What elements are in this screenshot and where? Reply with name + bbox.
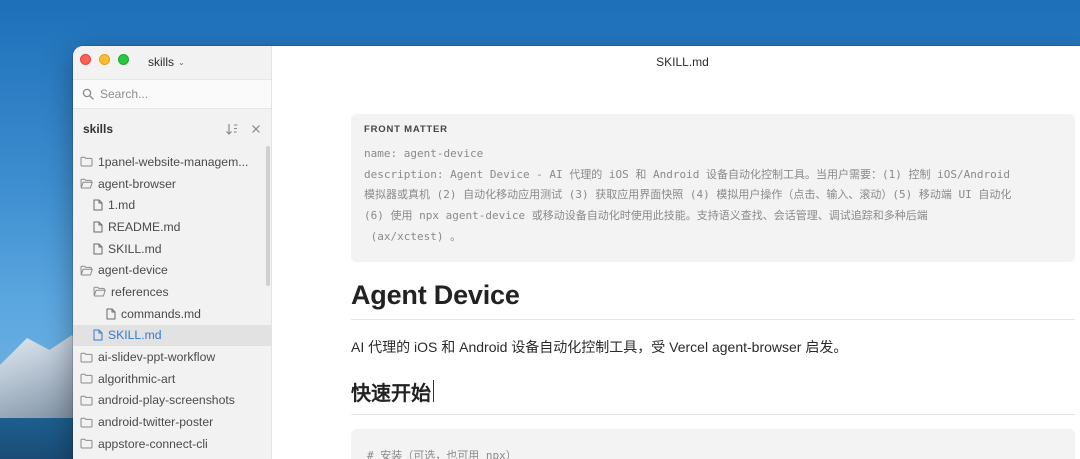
sidebar-item-label: appstore-connect-cli xyxy=(98,436,208,451)
app-window: skills ⌄ skills xyxy=(73,46,1080,459)
front-matter-line: name: agent-device xyxy=(364,147,484,160)
search-icon xyxy=(82,88,94,100)
heading-2-text: 快速开始 xyxy=(351,382,431,405)
sidebar-folder-item[interactable]: agent-device xyxy=(73,259,271,281)
sidebar-search xyxy=(73,79,271,109)
file-tree: 1panel-website-managem... agent-browser 1.… xyxy=(73,151,271,455)
folder-icon xyxy=(80,417,93,428)
sidebar-file-item[interactable]: 1.md xyxy=(73,194,271,216)
folder-switcher[interactable]: skills ⌄ xyxy=(148,55,185,69)
sidebar-folder-item[interactable]: appstore-connect-cli xyxy=(73,433,271,455)
search-input[interactable] xyxy=(100,87,260,101)
front-matter-block[interactable]: FRONT MATTER name: agent-device descript… xyxy=(351,114,1075,262)
folder-open-icon xyxy=(80,178,93,189)
folder-icon xyxy=(80,373,93,384)
file-icon xyxy=(93,329,103,341)
folder-icon xyxy=(80,395,93,406)
document-paragraph[interactable]: AI 代理的 iOS 和 Android 设备自动化控制工具，受 Vercel … xyxy=(351,337,1075,357)
window-controls xyxy=(80,54,129,65)
sidebar-file-item[interactable]: SKILL.md xyxy=(73,238,271,260)
sidebar-folder-item[interactable]: references xyxy=(73,281,271,303)
sidebar-item-label: SKILL.md xyxy=(108,328,162,343)
close-icon[interactable] xyxy=(251,124,261,134)
code-block[interactable]: # 安装（可选，也可用 npx） xyxy=(351,428,1075,459)
sidebar-file-item[interactable]: commands.md xyxy=(73,303,271,325)
sidebar-title: skills xyxy=(83,122,114,136)
text-cursor xyxy=(433,380,434,403)
sidebar-folder-item[interactable]: ai-slidev-ppt-workflow xyxy=(73,346,271,368)
folder-icon xyxy=(80,438,93,449)
sidebar-folder-item[interactable]: 1panel-website-managem... xyxy=(73,151,271,173)
file-icon xyxy=(93,243,103,255)
sidebar-item-label: commands.md xyxy=(121,306,201,321)
folder-open-icon xyxy=(93,286,106,297)
sidebar-item-label: agent-device xyxy=(98,263,168,278)
file-icon xyxy=(106,308,116,320)
chevron-down-icon: ⌄ xyxy=(178,57,185,67)
sidebar-item-label: ai-slidev-ppt-workflow xyxy=(98,350,216,365)
folder-icon xyxy=(80,352,93,363)
sidebar-item-label: 1panel-website-managem... xyxy=(98,154,249,169)
minimize-window-button[interactable] xyxy=(99,54,110,65)
zoom-window-button[interactable] xyxy=(118,54,129,65)
sidebar-folder-item[interactable]: android-twitter-poster xyxy=(73,411,271,433)
document-content: FRONT MATTER name: agent-device descript… xyxy=(351,114,1075,459)
sidebar-actions xyxy=(225,123,261,135)
sidebar-scrollbar[interactable] xyxy=(266,146,270,286)
sidebar-folder-item[interactable]: algorithmic-art xyxy=(73,368,271,390)
sidebar-item-label: algorithmic-art xyxy=(98,371,176,386)
folder-switcher-label: skills xyxy=(148,55,174,69)
front-matter-line: 模拟器或真机 (2) 自动化移动应用测试 (3) 获取应用界面快照 (4) 模拟… xyxy=(364,188,1012,202)
document-heading-1[interactable]: Agent Device xyxy=(351,280,1075,320)
sidebar-file-item[interactable]: SKILL.md xyxy=(73,324,271,347)
sidebar-item-label: android-play-screenshots xyxy=(98,393,235,408)
sidebar-folder-item[interactable]: agent-browser xyxy=(73,173,271,195)
sidebar: skills ⌄ skills xyxy=(73,46,272,459)
file-icon xyxy=(93,221,103,233)
sidebar-item-label: references xyxy=(111,284,169,299)
document-title: SKILL.md xyxy=(656,55,709,69)
document-heading-2[interactable]: 快速开始 xyxy=(351,377,1075,415)
sidebar-item-label: SKILL.md xyxy=(108,241,162,256)
close-window-button[interactable] xyxy=(80,54,91,65)
front-matter-label: FRONT MATTER xyxy=(364,124,448,135)
sidebar-item-label: android-twitter-poster xyxy=(98,415,214,430)
sort-icon[interactable] xyxy=(225,123,239,135)
sidebar-file-item[interactable]: README.md xyxy=(73,216,271,238)
sidebar-item-label: README.md xyxy=(108,219,181,234)
folder-icon xyxy=(80,156,93,167)
front-matter-line: description: Agent Device - AI 代理的 iOS 和… xyxy=(364,167,1010,181)
file-icon xyxy=(93,199,103,211)
front-matter-line: (ax/xctest) 。 xyxy=(364,229,462,243)
sidebar-item-label: 1.md xyxy=(108,198,136,213)
code-line: # 安装（可选，也可用 npx） xyxy=(367,448,517,459)
sidebar-header: skills xyxy=(83,122,261,136)
front-matter-line: (6) 使用 npx agent-device 或移动设备自动化时使用此技能。支… xyxy=(364,209,928,223)
sidebar-folder-item[interactable]: android-play-screenshots xyxy=(73,390,271,412)
folder-open-icon xyxy=(80,265,93,276)
sidebar-item-label: agent-browser xyxy=(98,176,176,191)
